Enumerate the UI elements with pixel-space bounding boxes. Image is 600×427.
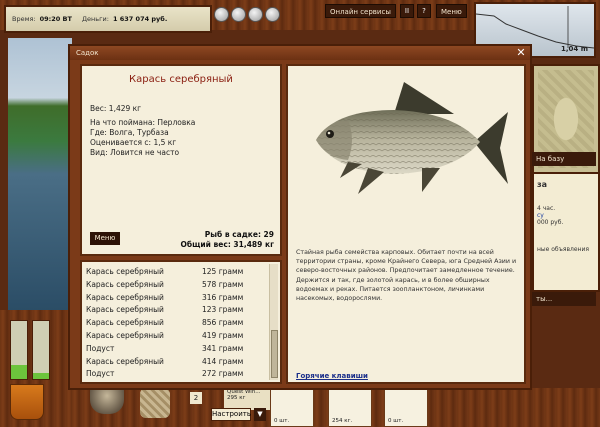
online-services-button[interactable]: Онлайн сервисы <box>325 4 396 18</box>
fish-list-weight: 856 грамм <box>202 318 244 328</box>
depth-value: 1,04 m <box>560 45 588 53</box>
setup-button[interactable]: Настроить <box>211 408 251 421</box>
time-value: 09:20 ВТ <box>39 15 72 23</box>
fish-list-weight: 190 грамм <box>202 380 243 382</box>
right-info-panel: за 4 час. сy 000 руб. ные объявления <box>532 172 600 292</box>
fish-bait: На что поймана: Перловка <box>90 118 196 127</box>
pause-button[interactable]: II <box>400 4 414 18</box>
fish-kind: Вид: Ловится не часто <box>90 148 180 157</box>
fish-list-name: Карась серебряный <box>86 331 164 340</box>
keepnet-total-weight: Общий вес: 31,489 кг <box>180 240 274 249</box>
fish-list-weight: 125 грамм <box>202 267 244 276</box>
energy-bar <box>10 320 28 380</box>
hotkeys-link[interactable]: Горячие клавиши <box>296 372 368 380</box>
status-panel: Время: 09:20 ВТ Деньги: 1 637 074 руб. <box>4 5 212 33</box>
mood-bar <box>32 320 50 380</box>
quest-card[interactable]: Quest Win... 295 кг <box>224 388 270 410</box>
right-info-line: 4 час. <box>537 205 556 212</box>
lure-icon[interactable] <box>265 6 280 22</box>
right-info-line[interactable]: сy <box>537 212 595 219</box>
dropdown-arrow-button[interactable]: ▼ <box>254 408 266 421</box>
crucian-carp-illustration <box>316 82 508 194</box>
fish-name: Карась серебряный <box>129 74 233 85</box>
fish-list-name: Карась серебряный <box>86 318 164 328</box>
time-label: Время: <box>12 15 36 23</box>
money-label: Деньги: <box>81 15 109 23</box>
dialog-title: Садок <box>70 46 530 60</box>
fish-weight: Вес: 1,429 кг <box>90 104 142 113</box>
fish-list-name: Карась серебряный <box>86 267 164 276</box>
fish-list-row[interactable]: Карась серебряный 414 грамм <box>84 355 268 368</box>
fish-list-row[interactable]: Подуст 190 грамм <box>84 380 268 382</box>
close-icon[interactable]: ✕ <box>515 47 527 59</box>
keepnet-dialog: Садок ✕ Карась серебряный Вес: 1,429 кг … <box>68 44 532 390</box>
fish-location: Где: Волга, Турбаза <box>90 128 169 137</box>
lake-view <box>8 38 72 310</box>
fish-list-weight: 272 грамм <box>202 369 244 379</box>
to-base-button[interactable]: На базу <box>532 152 596 166</box>
inventory-slot[interactable]: 0 шт. <box>270 388 314 427</box>
fish-list-weight: 578 грамм <box>202 279 244 289</box>
count-badge: 2 <box>190 392 202 404</box>
lure-icon[interactable] <box>248 6 263 22</box>
fish-value: Оценивается с: 1,5 кг <box>90 138 177 147</box>
fish-list-row[interactable]: Карась серебряный 316 грамм <box>84 291 268 304</box>
fish-list-row[interactable]: Карась серебряный 419 грамм <box>84 329 268 342</box>
lures-row <box>214 4 282 24</box>
fish-list: Карась серебряный 125 грамм Карась серебря… <box>80 260 282 384</box>
fish-list-weight: 419 грамм <box>202 331 244 340</box>
right-info-title: за <box>537 180 548 189</box>
right-info-line: 000 руб. <box>537 219 564 226</box>
more-button[interactable]: ты... <box>532 292 596 306</box>
groundbait-bag-icon[interactable] <box>140 388 170 418</box>
main-menu-button[interactable]: Меню <box>436 4 467 18</box>
fish-list-scrollbar[interactable] <box>269 264 278 380</box>
keepnet-count: Рыб в садке: 29 <box>204 230 274 239</box>
fish-list-row[interactable]: Карась серебряный 856 грамм <box>84 316 268 329</box>
fish-menu-button[interactable]: Меню <box>90 232 120 245</box>
lure-icon[interactable] <box>214 6 229 22</box>
bait-bowl-icon[interactable] <box>90 388 124 414</box>
fish-list-row[interactable]: Карась серебряный 125 грамм <box>84 265 268 278</box>
slot-count: 0 шт. <box>274 418 290 424</box>
fish-list-row[interactable]: Карась серебряный 578 грамм <box>84 278 268 291</box>
fish-list-row[interactable]: Карась серебряный 123 грамм <box>84 303 268 316</box>
help-button[interactable]: ? <box>417 4 431 18</box>
fish-list-name: Подуст <box>86 380 114 382</box>
fish-list-name: Карась серебряный <box>86 305 164 315</box>
lure-icon[interactable] <box>231 6 246 22</box>
scrollbar-thumb[interactable] <box>271 330 278 378</box>
fish-list-name: Подуст <box>86 369 115 379</box>
inventory-slot[interactable]: 0 шт. <box>384 388 428 427</box>
slot-count: 0 шт. <box>388 418 404 424</box>
fish-list-name: Подуст <box>86 343 115 353</box>
bucket-icon[interactable] <box>10 384 44 420</box>
fish-list-weight: 341 грамм <box>202 343 244 353</box>
right-info-line: ные объявления <box>537 246 589 253</box>
money-value: 1 637 074 руб. <box>112 15 168 23</box>
fish-list-weight: 316 грамм <box>202 292 244 302</box>
fish-list-weight: 123 грамм <box>202 305 244 315</box>
fish-list-weight: 414 грамм <box>202 356 244 366</box>
fish-list-row[interactable]: Подуст 341 грамм <box>84 342 268 355</box>
quest-value: 295 кг <box>227 395 246 401</box>
fish-description: Стайная рыба семейства карповых. Обитает… <box>296 249 517 303</box>
slot-count: 254 кг. <box>332 418 353 424</box>
fish-list-name: Карась серебряный <box>86 292 164 302</box>
fish-list-row[interactable]: Подуст 272 грамм <box>84 367 268 380</box>
fish-list-name: Карась серебряный <box>86 279 164 289</box>
fish-list-name: Карась серебряный <box>86 356 164 366</box>
fish-picture-panel: Стайная рыба семейства карповых. Обитает… <box>286 64 526 384</box>
fish-info-panel: Карась серебряный Вес: 1,429 кг На что п… <box>80 64 282 256</box>
inventory-slot[interactable]: 254 кг. <box>328 388 372 427</box>
